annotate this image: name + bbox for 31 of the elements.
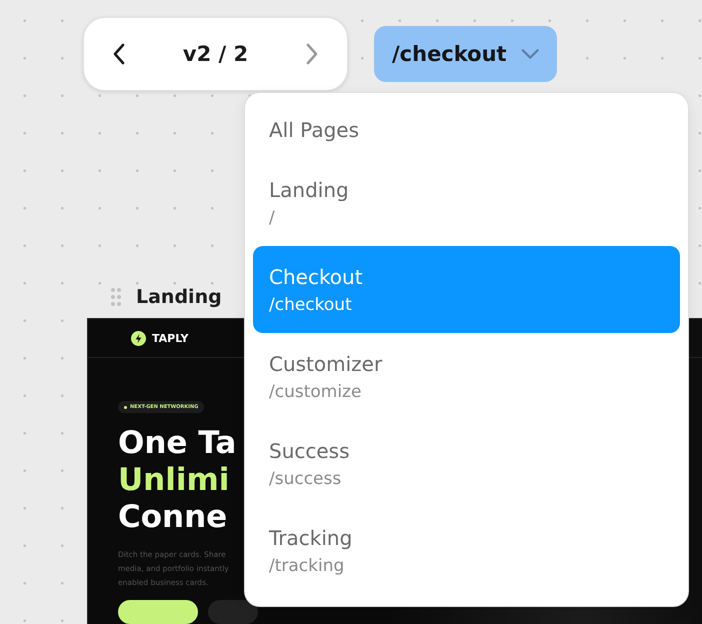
drag-handle-icon[interactable] — [110, 286, 122, 306]
hero-headline: Unlimi — [118, 462, 230, 499]
page-option[interactable]: Tracking /tracking — [253, 507, 680, 594]
page-name: Checkout — [269, 264, 363, 288]
page-name: Tracking — [269, 526, 352, 550]
lightning-logo-icon — [131, 330, 146, 346]
page-path: /customize — [269, 382, 362, 402]
page-name: All Pages — [269, 118, 359, 142]
brand-name: TAPLY — [152, 332, 188, 344]
secondary-button[interactable] — [208, 600, 258, 624]
preview-title: Landing — [136, 286, 222, 308]
page-path: /checkout — [269, 294, 352, 314]
page-path: /tracking — [269, 556, 344, 576]
hero-headline: One Ta — [118, 425, 236, 462]
page-path: / — [269, 208, 275, 228]
chevron-right-icon — [305, 43, 319, 65]
page-name: Customizer — [269, 352, 382, 376]
cta-button[interactable] — [118, 600, 198, 624]
version-label: v2 / 2 — [182, 42, 248, 66]
page-option[interactable]: Checkout /checkout — [253, 246, 680, 333]
chevron-down-icon — [520, 48, 539, 60]
page-option[interactable]: All Pages — [253, 101, 680, 159]
page-option[interactable]: Landing / — [253, 159, 680, 246]
page-option[interactable]: Customizer /customize — [253, 333, 680, 420]
page-name: Success — [269, 438, 350, 462]
page-name: Landing — [269, 178, 349, 202]
chevron-left-icon — [112, 43, 126, 65]
hero-headline: Conne — [118, 499, 228, 536]
page-select[interactable]: /checkout — [374, 26, 557, 82]
page-option[interactable]: Success /success — [253, 420, 680, 507]
page-path: /success — [269, 468, 342, 488]
